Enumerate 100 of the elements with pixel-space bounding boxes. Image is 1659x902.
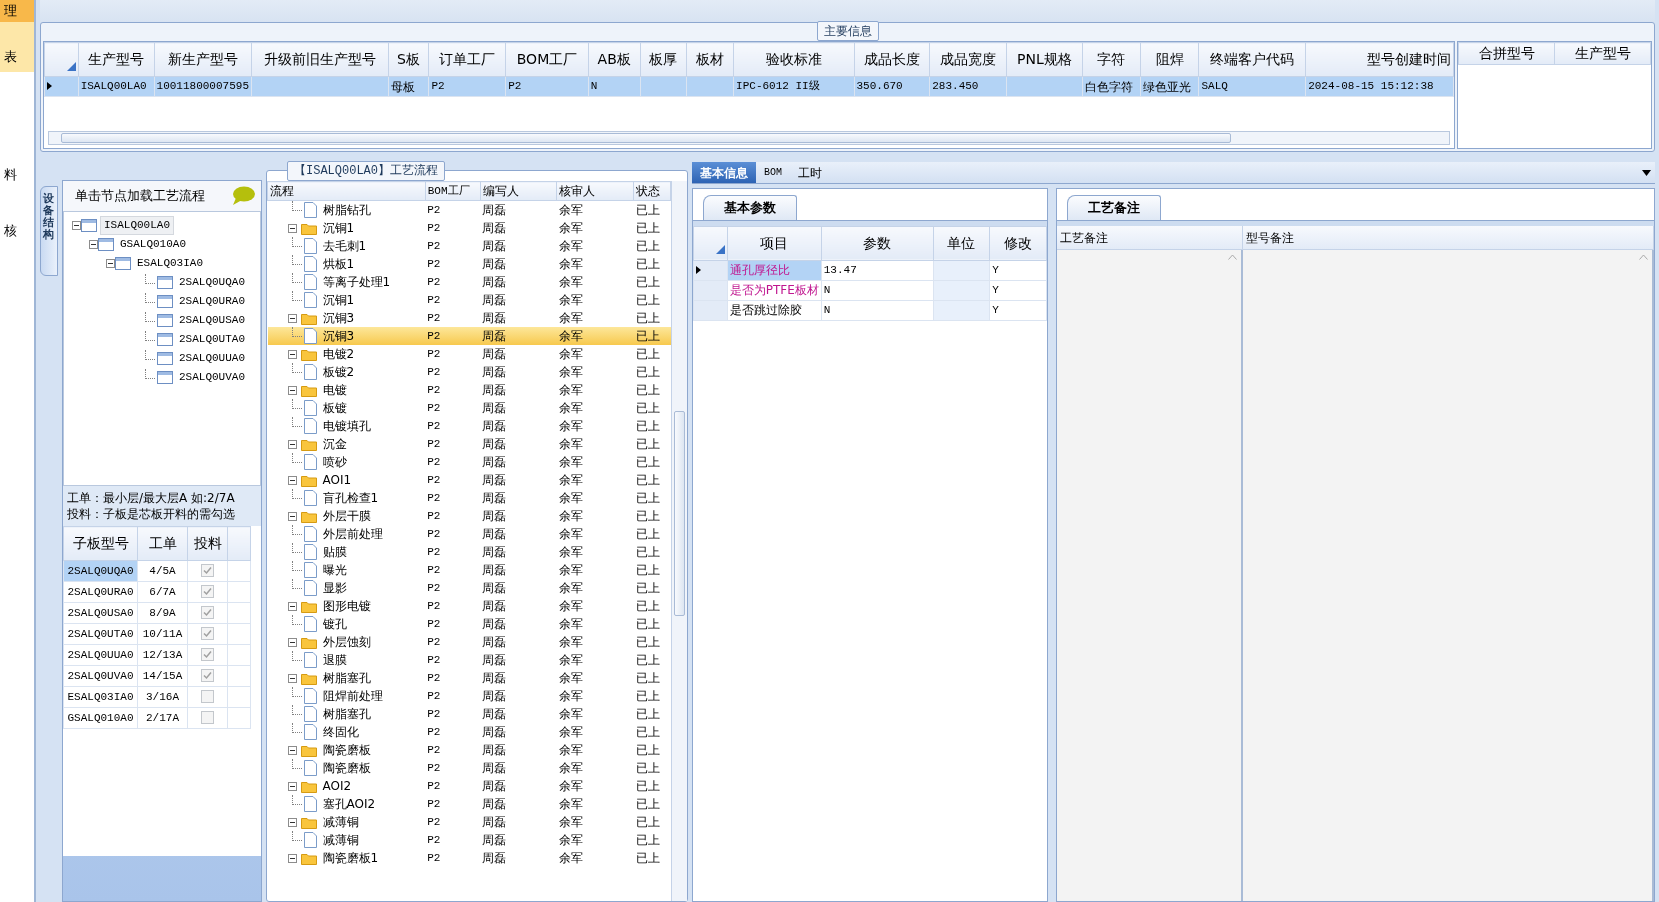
sidebar-item[interactable]: 表: [0, 22, 34, 72]
collapse-icon[interactable]: [287, 853, 297, 863]
tree-node[interactable]: GSALQ010A0: [117, 236, 189, 253]
column-header[interactable]: 终端客户代码: [1199, 42, 1306, 77]
tree-node[interactable]: 2SALQ0UUA0: [176, 350, 248, 367]
collapse-icon[interactable]: [72, 221, 81, 230]
row-header[interactable]: [693, 260, 728, 280]
tree-node[interactable]: 贴膜: [322, 543, 347, 561]
collapse-icon[interactable]: [287, 673, 297, 683]
tree-node[interactable]: 显影: [322, 579, 347, 597]
column-header[interactable]: BOM工厂: [505, 42, 589, 77]
column-header[interactable]: 型号备注: [1243, 225, 1654, 250]
column-header[interactable]: 验收标准: [733, 42, 854, 77]
column-header[interactable]: 生产型号: [78, 42, 155, 77]
tree-node[interactable]: 板镀2: [322, 363, 355, 381]
collapse-icon[interactable]: [287, 601, 297, 611]
tree-node[interactable]: 沉铜3: [322, 309, 355, 327]
tree-node[interactable]: 陶瓷磨板1: [322, 849, 379, 867]
tree-node[interactable]: 外层蚀刻: [322, 633, 371, 651]
tree-node[interactable]: 烘板1: [322, 255, 355, 273]
tab[interactable]: BOM: [756, 162, 790, 183]
column-header[interactable]: 成品宽度: [929, 42, 1007, 77]
collapse-icon[interactable]: [89, 240, 98, 249]
collapse-icon[interactable]: [287, 439, 297, 449]
sidebar-item[interactable]: 料: [0, 164, 34, 186]
tree-node[interactable]: 镀孔: [322, 615, 347, 633]
tree-node[interactable]: 喷砂: [322, 453, 347, 471]
tree-node[interactable]: 板镀: [322, 399, 347, 417]
collapse-icon[interactable]: [287, 637, 297, 647]
tree-node[interactable]: 电镀: [322, 381, 347, 399]
tree-node[interactable]: 2SALQ0UTA0: [176, 331, 248, 348]
tab[interactable]: 工艺备注: [1067, 195, 1161, 220]
dropdown-icon[interactable]: [1642, 170, 1651, 176]
tree-node[interactable]: 树脂钻孔: [322, 201, 371, 219]
tree-node[interactable]: 2SALQ0UQA0: [176, 274, 248, 291]
tree-node[interactable]: 曝光: [322, 561, 347, 579]
tree-node[interactable]: 2SALQ0USA0: [176, 312, 248, 329]
checkbox[interactable]: [201, 648, 214, 662]
checkbox[interactable]: [201, 585, 214, 599]
collapse-icon[interactable]: [287, 385, 297, 395]
tree-node[interactable]: 外层干膜: [322, 507, 371, 525]
column-header[interactable]: 型号创建时间: [1305, 42, 1454, 77]
side-tab[interactable]: 设备结构: [40, 186, 58, 276]
tree-node[interactable]: 沉铜1: [322, 219, 355, 237]
column-header[interactable]: S板: [388, 42, 429, 77]
column-header[interactable]: PNL规格: [1006, 42, 1083, 77]
column-header[interactable]: 单位: [933, 226, 990, 260]
tab[interactable]: 基本参数: [703, 195, 797, 220]
tab[interactable]: 工时: [790, 162, 830, 183]
checkbox[interactable]: [201, 564, 214, 578]
tree-node[interactable]: 去毛刺1: [322, 237, 367, 255]
horizontal-scrollbar[interactable]: [48, 131, 1450, 145]
collapse-icon[interactable]: [287, 313, 297, 323]
column-header[interactable]: 投料: [187, 526, 228, 561]
column-header[interactable]: 新生产型号: [154, 42, 252, 77]
column-header[interactable]: 订单工厂: [428, 42, 506, 77]
column-header[interactable]: AB板: [588, 42, 641, 77]
vertical-scrollbar[interactable]: [671, 181, 687, 901]
tree-node[interactable]: ESALQ03IA0: [134, 255, 206, 272]
tree-node[interactable]: 盲孔检查1: [322, 489, 379, 507]
checkbox[interactable]: [201, 627, 214, 641]
tree-node[interactable]: 陶瓷磨板: [322, 741, 371, 759]
column-header[interactable]: 升级前旧生产型号: [251, 42, 389, 77]
column-header[interactable]: 生产型号: [1554, 42, 1651, 65]
sidebar-item[interactable]: 理: [0, 0, 34, 22]
column-header[interactable]: 工单: [137, 526, 188, 561]
checkbox[interactable]: [201, 606, 214, 620]
column-header[interactable]: 修改: [989, 226, 1047, 260]
collapse-icon[interactable]: [106, 259, 115, 268]
column-header[interactable]: 工艺备注: [1057, 225, 1243, 250]
tree-node[interactable]: 外层前处理: [322, 525, 383, 543]
tree-node[interactable]: 电镀2: [322, 345, 355, 363]
tree-node[interactable]: ISALQ00LA0: [100, 216, 174, 235]
tree-node[interactable]: 减薄铜: [322, 813, 359, 831]
collapse-icon[interactable]: [287, 223, 297, 233]
column-header[interactable]: BOM工厂: [425, 181, 481, 201]
column-header[interactable]: 子板型号: [63, 526, 138, 561]
tree-node[interactable]: 沉铜1: [322, 291, 355, 309]
column-header[interactable]: 核审人: [556, 181, 634, 201]
checkbox[interactable]: [201, 669, 214, 683]
column-header[interactable]: 阻焊: [1140, 42, 1199, 77]
column-header[interactable]: 成品长度: [854, 42, 930, 77]
column-header[interactable]: 状态: [633, 181, 671, 201]
collapse-icon[interactable]: [287, 781, 297, 791]
tree-node[interactable]: AOI1: [322, 471, 352, 489]
tree-node[interactable]: 沉金: [322, 435, 347, 453]
checkbox[interactable]: [201, 711, 214, 725]
column-header[interactable]: 编写人: [480, 181, 557, 201]
tree-node[interactable]: 树脂塞孔: [322, 669, 371, 687]
tree-node[interactable]: 图形电镀: [322, 597, 371, 615]
column-header[interactable]: 流程: [267, 181, 426, 201]
tree-node[interactable]: 2SALQ0URA0: [176, 293, 248, 310]
tree-node[interactable]: 2SALQ0UVA0: [176, 369, 248, 386]
tree-node[interactable]: AOI2: [322, 777, 352, 795]
column-header[interactable]: 字符: [1082, 42, 1141, 77]
column-header[interactable]: 项目: [727, 226, 822, 260]
column-header[interactable]: 参数: [821, 226, 934, 260]
tree-node[interactable]: 电镀填孔: [322, 417, 371, 435]
tree-node[interactable]: 等离子处理1: [322, 273, 391, 291]
tree-node[interactable]: 塞孔AOI2: [322, 795, 376, 813]
